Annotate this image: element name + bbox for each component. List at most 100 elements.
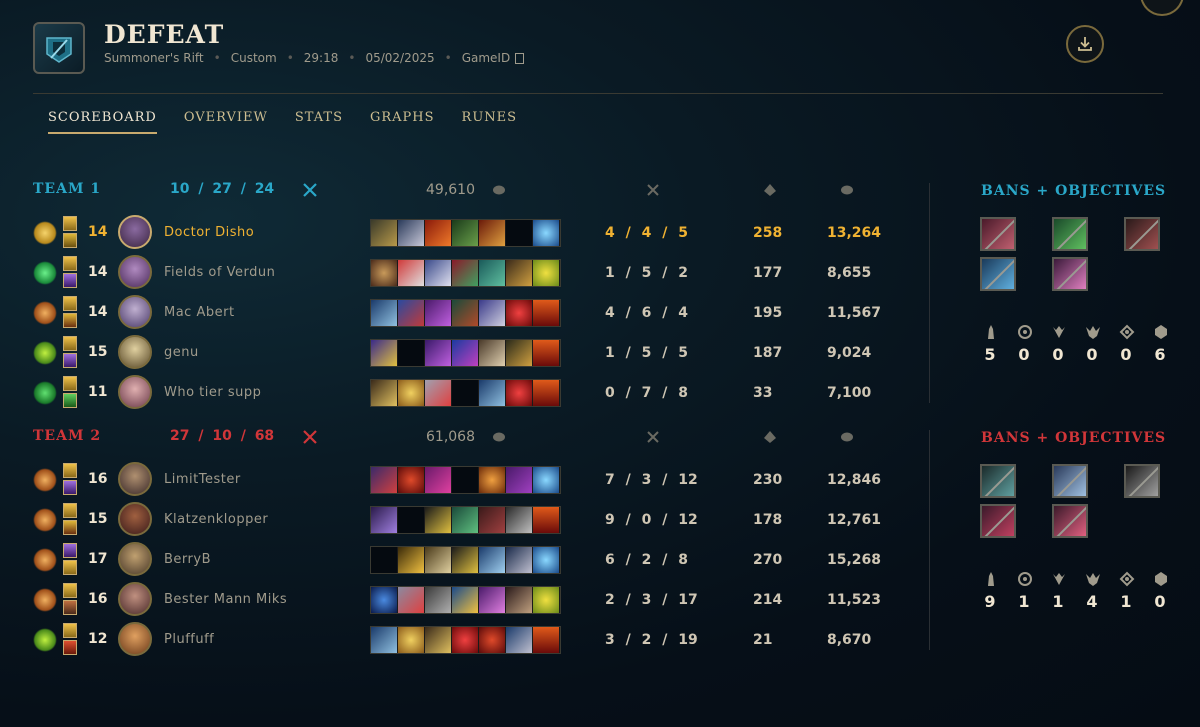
map-name: Summoner's Rift <box>104 51 204 65</box>
player-row[interactable]: 14 Fields of Verdun 1 / 5 / 2 177 8,655 <box>33 255 893 291</box>
gold-coins-icon <box>841 432 853 442</box>
player-kda: 1 / 5 / 5 <box>605 345 688 361</box>
item-icon <box>506 547 533 573</box>
item-icon <box>452 587 479 613</box>
champion-level: 15 <box>88 511 108 527</box>
item-icon <box>371 467 398 493</box>
inhibitor-icon <box>1018 572 1032 586</box>
player-row[interactable]: 16 Bester Mann Miks 2 / 3 / 17 214 11,52… <box>33 582 893 618</box>
item-icon <box>398 547 425 573</box>
tab-scoreboard[interactable]: SCOREBOARD <box>48 110 157 134</box>
keystone-rune-icon <box>33 468 57 492</box>
player-cs: 21 <box>753 632 773 648</box>
tower-icon <box>988 572 994 586</box>
player-name[interactable]: Doctor Disho <box>164 225 254 240</box>
player-name[interactable]: Bester Mann Miks <box>164 592 287 607</box>
player-row[interactable]: 11 Who tier supp 0 / 7 / 8 33 7,100 <box>33 375 893 411</box>
champion-level: 16 <box>88 591 108 607</box>
item-icon <box>479 300 506 326</box>
champion-level: 11 <box>88 384 108 400</box>
player-name[interactable]: Klatzenklopper <box>164 512 268 527</box>
download-button[interactable] <box>1066 25 1104 63</box>
player-cs: 195 <box>753 305 783 321</box>
item-icon <box>371 380 398 406</box>
empty-item-slot <box>398 340 425 366</box>
item-icon <box>371 507 398 533</box>
empty-item-slot <box>371 547 398 573</box>
keystone-rune-icon <box>33 381 57 405</box>
heralds-killed: 0 <box>1120 345 1132 364</box>
player-row[interactable]: 17 BerryB 6 / 2 / 8 270 15,268 <box>33 542 893 578</box>
crossed-swords-icon <box>647 431 659 443</box>
summoner-spell-icon <box>63 600 77 615</box>
champion-avatar[interactable] <box>118 542 152 576</box>
towers-destroyed: 9 <box>984 592 996 611</box>
champion-avatar[interactable] <box>118 502 152 536</box>
team1-objective-icons <box>983 324 1169 340</box>
summoner-spell-icon <box>63 623 77 638</box>
player-kda: 1 / 5 / 2 <box>605 265 688 281</box>
player-row[interactable]: 14 Doctor Disho 4 / 4 / 5 258 13,264 <box>33 215 893 251</box>
item-icon <box>371 300 398 326</box>
champion-avatar[interactable] <box>118 462 152 496</box>
trinket-icon <box>533 300 560 326</box>
champion-avatar[interactable] <box>118 582 152 616</box>
item-icon <box>425 300 452 326</box>
player-gold: 8,670 <box>827 632 872 648</box>
champion-avatar[interactable] <box>118 215 152 249</box>
result-emblem <box>33 22 85 74</box>
player-name[interactable]: Pluffuff <box>164 632 214 647</box>
team1-objective-values: 5 0 0 0 0 6 <box>973 345 1177 364</box>
panel-divider <box>929 183 930 403</box>
champion-avatar[interactable] <box>118 622 152 656</box>
champion-avatar[interactable] <box>118 375 152 409</box>
player-name[interactable]: Who tier supp <box>164 385 261 400</box>
item-icon <box>425 220 452 246</box>
banned-champion <box>1052 217 1088 251</box>
player-row[interactable]: 16 LimitTester 7 / 3 / 12 230 12,846 <box>33 462 893 498</box>
player-name[interactable]: LimitTester <box>164 472 241 487</box>
player-name[interactable]: genu <box>164 345 199 360</box>
summoner-spell-icon <box>63 520 77 535</box>
player-row[interactable]: 12 Pluffuff 3 / 2 / 19 21 8,670 <box>33 622 893 658</box>
item-icon <box>425 340 452 366</box>
team2-bans-title: BANS + OBJECTIVES <box>981 430 1167 446</box>
summoner-spells <box>63 296 79 330</box>
trinket-icon <box>533 547 560 573</box>
player-name[interactable]: Fields of Verdun <box>164 265 275 280</box>
tab-overview[interactable]: OVERVIEW <box>184 110 268 134</box>
keystone-rune-icon <box>33 588 57 612</box>
void-grubs-killed: 6 <box>1154 345 1166 364</box>
crossed-swords-icon <box>303 183 317 197</box>
summoner-spell-icon <box>63 376 77 391</box>
item-icon <box>425 507 452 533</box>
keystone-rune-icon <box>33 341 57 365</box>
keystone-rune-icon <box>33 628 57 652</box>
champion-avatar[interactable] <box>118 335 152 369</box>
player-row[interactable]: 14 Mac Abert 4 / 6 / 4 195 11,567 <box>33 295 893 331</box>
copy-icon[interactable] <box>515 52 525 64</box>
champion-avatar[interactable] <box>118 255 152 289</box>
baron-icon <box>1053 573 1065 585</box>
tab-runes[interactable]: RUNES <box>462 110 518 134</box>
player-row[interactable]: 15 Klatzenklopper 9 / 0 / 12 178 12,761 <box>33 502 893 538</box>
player-kda: 3 / 2 / 19 <box>605 632 698 648</box>
summoner-spell-icon <box>63 313 77 328</box>
tab-graphs[interactable]: GRAPHS <box>370 110 435 134</box>
close-button[interactable]: ✕ <box>1140 0 1184 16</box>
item-icon <box>398 380 425 406</box>
champion-level: 17 <box>88 551 108 567</box>
champion-avatar[interactable] <box>118 295 152 329</box>
item-slots <box>370 626 561 654</box>
team1-kda: 10 / 27 / 24 <box>170 181 275 197</box>
item-icon <box>506 380 533 406</box>
summoner-spells <box>63 543 79 577</box>
tab-bar: SCOREBOARD OVERVIEW STATS GRAPHS RUNES <box>48 110 517 134</box>
player-name[interactable]: Mac Abert <box>164 305 235 320</box>
summoner-spell-icon <box>63 353 77 368</box>
item-icon <box>452 260 479 286</box>
player-name[interactable]: BerryB <box>164 552 211 567</box>
gold-coins-icon <box>841 185 853 195</box>
player-row[interactable]: 15 genu 1 / 5 / 5 187 9,024 <box>33 335 893 371</box>
tab-stats[interactable]: STATS <box>295 110 343 134</box>
